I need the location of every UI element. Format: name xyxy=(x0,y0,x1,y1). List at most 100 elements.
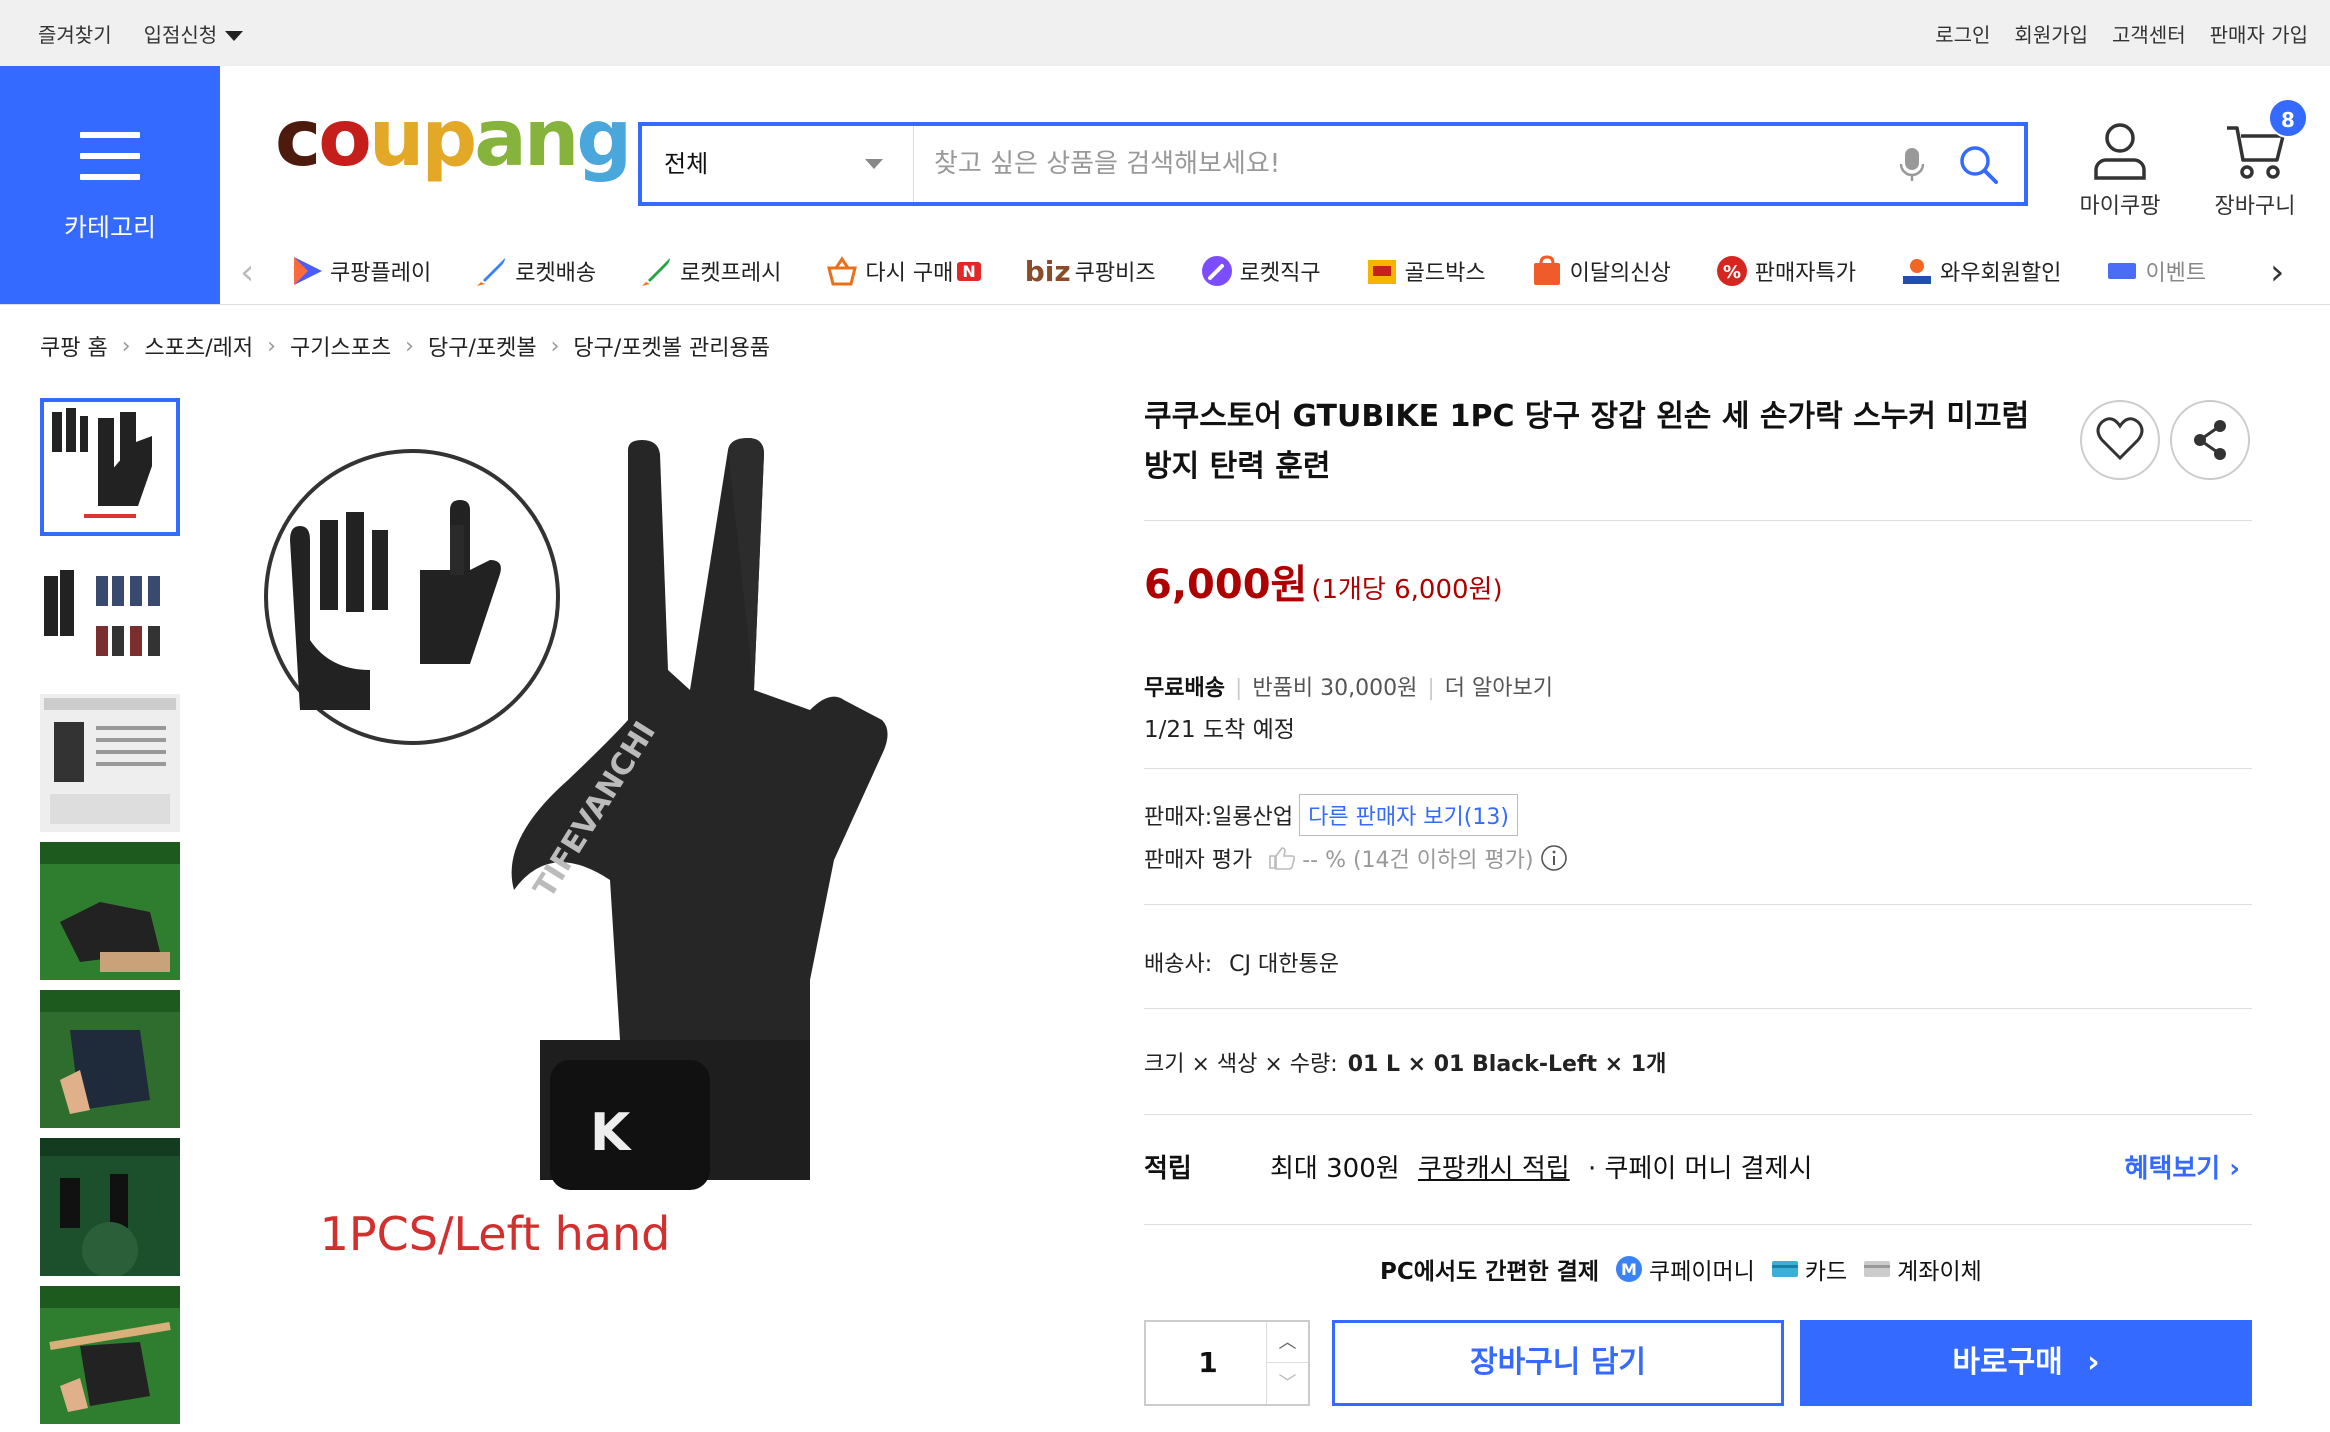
quantity-increase-icon[interactable]: ︿ xyxy=(1266,1322,1308,1363)
view-benefits-label: 혜택보기 xyxy=(2124,1154,2221,1184)
dropdown-arrow-icon xyxy=(865,159,883,169)
divider xyxy=(1144,1114,2252,1115)
learn-more-link[interactable]: 더 알아보기 xyxy=(1445,676,1553,701)
top-bar-right: 로그인 회원가입 고객센터 판매자 가입 xyxy=(1935,0,2308,66)
heart-icon xyxy=(2096,417,2144,461)
store-apply-link[interactable]: 입점신청 xyxy=(144,19,244,48)
nav-item-rocket-delivery[interactable]: 로켓배송 xyxy=(475,254,596,288)
reward-amount: 최대 300원 xyxy=(1270,1154,1400,1184)
view-benefits-link[interactable]: 혜택보기 › xyxy=(2125,1148,2240,1185)
svg-text:%: % xyxy=(1723,262,1741,283)
nav-item-rebuy[interactable]: 다시 구매 N xyxy=(825,254,981,288)
search-category-select[interactable]: 전체 xyxy=(642,126,914,202)
quantity-input[interactable]: 1 xyxy=(1146,1322,1270,1404)
new-bag-icon xyxy=(1533,255,1560,285)
top-utility-bar: 즐겨찾기 입점신청 로그인 회원가입 고객센터 판매자 가입 xyxy=(0,0,2330,66)
favorites-link[interactable]: 즐겨찾기 xyxy=(38,19,112,48)
share-button[interactable] xyxy=(2170,400,2250,480)
payment-title: PC에서도 간편한 결제 xyxy=(1380,1259,1600,1285)
quantity-decrease-icon[interactable]: ﹀ xyxy=(1266,1363,1308,1404)
nav-item-rocket-fresh[interactable]: 로켓프레시 xyxy=(640,254,781,288)
my-coupang-label: 마이쿠팡 xyxy=(2079,194,2161,219)
breadcrumb-ball-sports[interactable]: 구기스포츠 xyxy=(290,330,391,362)
buy-now-label: 바로구매 xyxy=(1952,1345,2063,1380)
coupang-cash-link[interactable]: 쿠팡캐시 적립 xyxy=(1418,1154,1570,1184)
my-coupang-button[interactable]: 마이쿠팡 xyxy=(2070,118,2170,220)
new-badge: N xyxy=(957,261,981,281)
nav-item-rocket-global[interactable]: 로켓직구 xyxy=(1200,254,1321,288)
biz-icon: biz xyxy=(1024,254,1071,288)
divider xyxy=(1144,1224,2252,1225)
breadcrumb-sports[interactable]: 스포츠/레저 xyxy=(145,330,254,362)
thumbnail-4[interactable] xyxy=(40,842,180,980)
shipping-info: 무료배송 | 반품비 30,000원 | 더 알아보기 xyxy=(1144,676,1553,701)
thumbnail-7[interactable] xyxy=(40,1286,180,1424)
bank-transfer: 계좌이체 xyxy=(1863,1252,1982,1286)
thumbnail-2[interactable] xyxy=(40,546,180,684)
header-divider xyxy=(0,304,2330,305)
breadcrumb-billiards[interactable]: 당구/포켓볼 xyxy=(428,330,537,362)
nav-item-seller-deals[interactable]: % 판매자특가 xyxy=(1715,254,1856,288)
login-link[interactable]: 로그인 xyxy=(1935,19,1990,48)
seller-signup-link[interactable]: 판매자 가입 xyxy=(2210,19,2308,48)
signup-link[interactable]: 회원가입 xyxy=(2014,19,2088,48)
buy-now-button[interactable]: 바로구매 › xyxy=(1800,1320,2252,1406)
option-label: 크기 × 색상 × 수량: xyxy=(1144,1052,1338,1077)
return-fee: 반품비 30,000원 xyxy=(1252,676,1418,701)
global-rocket-icon xyxy=(1201,256,1232,286)
event-icon xyxy=(2108,263,2137,279)
nav-item-goldbox[interactable]: 골드박스 xyxy=(1365,254,1486,288)
nav-next-arrow-icon[interactable]: › xyxy=(2270,252,2284,293)
price-block: 6,000원 (1개당 6,000원) xyxy=(1144,552,1503,610)
customer-center-link[interactable]: 고객센터 xyxy=(2112,19,2186,48)
reward-condition: · 쿠페이 머니 결제시 xyxy=(1587,1154,1813,1184)
divider xyxy=(1144,904,2252,905)
product-info-panel: 쿠쿠스토어 GTUBIKE 1PC 당구 장갑 왼손 세 손가락 스누커 미끄럼… xyxy=(1144,392,2252,1406)
cart-count-badge: 8 xyxy=(2268,98,2308,138)
nav-item-event[interactable]: 이벤트 xyxy=(2105,254,2206,288)
share-icon xyxy=(2194,420,2226,460)
thumbnail-1[interactable] xyxy=(40,398,180,536)
category-menu-button[interactable]: 카테고리 xyxy=(0,66,220,304)
store-apply-label: 입점신청 xyxy=(143,22,218,47)
coupang-logo[interactable]: coupang xyxy=(275,100,632,178)
nav-item-coupang-play[interactable]: 쿠팡플레이 xyxy=(290,254,431,288)
thumbnail-list xyxy=(40,398,180,1432)
thumbnail-6[interactable] xyxy=(40,1138,180,1276)
seller-rating-label: 판매자 평가 xyxy=(1144,848,1253,873)
add-to-cart-button[interactable]: 장바구니 담기 xyxy=(1332,1320,1784,1406)
nav-item-wow-discount[interactable]: 와우회원할인 xyxy=(1900,254,2061,288)
breadcrumb-billiards-care[interactable]: 당구/포켓볼 관리용품 xyxy=(573,330,770,362)
seller-name: 일룡산업 xyxy=(1212,805,1294,830)
breadcrumb: 쿠팡 홈 › 스포츠/레저 › 구기스포츠 › 당구/포켓볼 › 당구/포켓볼 … xyxy=(40,330,770,362)
free-shipping-label: 무료배송 xyxy=(1144,676,1225,701)
nav-item-monthly-new[interactable]: 이달의신상 xyxy=(1530,254,1671,288)
svg-text:K: K xyxy=(590,1103,632,1163)
other-sellers-button[interactable]: 다른 판매자 보기(13) xyxy=(1299,794,1518,836)
payment-methods: PC에서도 간편한 결제 M 쿠페이머니 카드 계좌이체 xyxy=(1380,1252,1982,1286)
discount-icon: % xyxy=(1716,256,1747,286)
search-icon[interactable] xyxy=(1956,142,2000,186)
fresh-rocket-icon xyxy=(642,258,671,286)
courier-label: 배송사: xyxy=(1144,952,1213,977)
chevron-right-icon: › xyxy=(2087,1345,2100,1380)
nav-prev-arrow-icon[interactable]: ‹ xyxy=(240,252,254,293)
thumbnail-5[interactable] xyxy=(40,990,180,1128)
main-product-image[interactable]: K TIFEVANCHI 1PCS/Left hand xyxy=(250,420,950,1280)
image-caption: 1PCS/Left hand xyxy=(320,1207,671,1261)
info-icon[interactable] xyxy=(1540,844,1568,872)
microphone-icon[interactable] xyxy=(1892,144,1932,184)
breadcrumb-home[interactable]: 쿠팡 홈 xyxy=(40,330,108,362)
thumbs-up-icon xyxy=(1269,847,1296,870)
user-icon xyxy=(2094,123,2146,180)
wishlist-button[interactable] xyxy=(2080,400,2160,480)
card-icon xyxy=(1771,1261,1798,1277)
svg-text:M: M xyxy=(1621,1260,1637,1279)
search-input[interactable]: 찾고 싶은 상품을 검색해보세요! xyxy=(934,126,1280,202)
product-title: 쿠쿠스토어 GTUBIKE 1PC 당구 장갑 왼손 세 손가락 스누커 미끄럼… xyxy=(1144,399,2030,484)
seller-rating-value: -- % (14건 이하의 평가) xyxy=(1302,848,1534,873)
quantity-stepper: 1 ︿ ﹀ xyxy=(1144,1320,1310,1406)
thumbnail-3[interactable] xyxy=(40,694,180,832)
nav-item-coupang-biz[interactable]: biz 쿠팡비즈 xyxy=(1025,255,1156,288)
chevron-right-icon: › xyxy=(405,333,414,359)
